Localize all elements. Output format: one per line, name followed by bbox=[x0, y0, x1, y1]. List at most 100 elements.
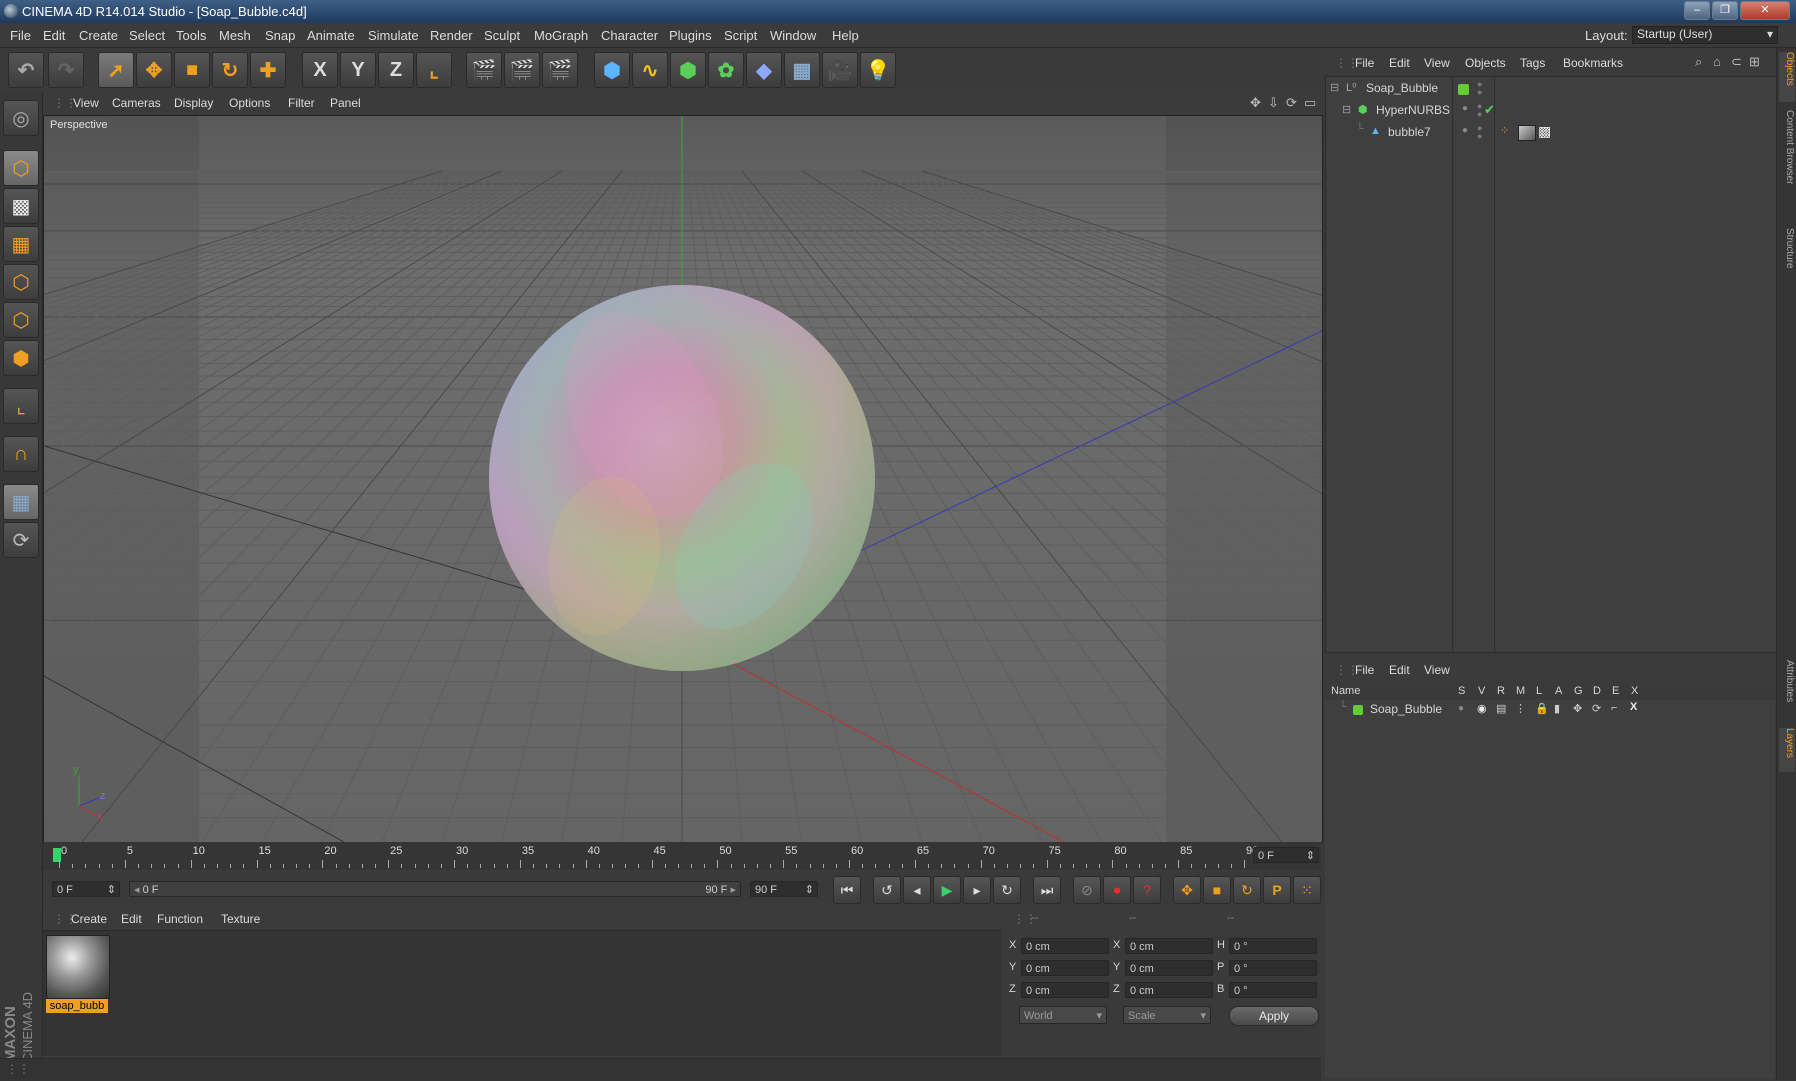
material-tag-icon[interactable] bbox=[1518, 125, 1536, 141]
layer-menu-file[interactable]: File bbox=[1355, 663, 1374, 677]
object-menu-bookmarks[interactable]: Bookmarks bbox=[1563, 56, 1623, 70]
maximize-button[interactable]: ❐ bbox=[1712, 1, 1738, 20]
expression-icon[interactable]: ⌐ bbox=[1611, 702, 1617, 714]
drag-handle-icon[interactable]: ⋮⋮ bbox=[6, 1062, 30, 1076]
menu-render[interactable]: Render bbox=[430, 28, 473, 43]
object-row-hypernurbs[interactable]: ⊟ ⬢ HyperNURBS ● ● ● ✔ bbox=[1326, 101, 1776, 121]
collapse-icon[interactable]: ⊟ bbox=[1330, 81, 1339, 94]
material-menu-create[interactable]: Create bbox=[71, 912, 107, 926]
search-icon[interactable]: ⌕ bbox=[1695, 54, 1702, 70]
column-manager[interactable]: M bbox=[1516, 685, 1525, 697]
texture-mode-button[interactable]: ▩ bbox=[3, 188, 39, 224]
redo-button[interactable]: ↷ bbox=[48, 52, 84, 88]
layer-name[interactable]: Soap_Bubble bbox=[1370, 702, 1442, 716]
render-settings-button[interactable]: 🎬 bbox=[542, 52, 578, 88]
visibility-dots[interactable]: ● ● bbox=[1477, 80, 1482, 97]
go-to-start-button[interactable]: ⏮ bbox=[833, 876, 861, 904]
menu-window[interactable]: Window bbox=[770, 28, 816, 43]
previous-frame-button[interactable]: ◂ bbox=[903, 876, 931, 904]
add-tool-button[interactable]: ✚ bbox=[250, 52, 286, 88]
minimize-button[interactable]: – bbox=[1684, 1, 1710, 20]
position-key-button[interactable]: ✥ bbox=[1173, 876, 1201, 904]
new-window-icon[interactable]: ⊞ bbox=[1749, 54, 1760, 70]
viewport-menu-filter[interactable]: Filter bbox=[288, 96, 315, 110]
start-frame-field[interactable]: 0 F ⇕ bbox=[52, 881, 120, 897]
menu-tools[interactable]: Tools bbox=[176, 28, 206, 43]
scale-button[interactable]: ■ bbox=[174, 52, 210, 88]
layer-dot[interactable]: ● bbox=[1462, 103, 1468, 114]
phong-tag-icon[interactable]: ⁘ bbox=[1500, 124, 1509, 137]
go-to-end-button[interactable]: ⏭ bbox=[1033, 876, 1061, 904]
visibility-dots[interactable]: ● ● bbox=[1477, 124, 1482, 141]
object-menu-view[interactable]: View bbox=[1424, 56, 1450, 70]
size-x-field[interactable]: 0 cm bbox=[1125, 938, 1213, 954]
menu-select[interactable]: Select bbox=[129, 28, 165, 43]
rotation-h-field[interactable]: 0 ° bbox=[1229, 938, 1317, 954]
next-key-button[interactable]: ↻ bbox=[993, 876, 1021, 904]
autokey-button[interactable]: ⏺ bbox=[1103, 876, 1131, 904]
menu-sculpt[interactable]: Sculpt bbox=[484, 28, 520, 43]
material-manager-area[interactable]: soap_bubb bbox=[43, 930, 1001, 1056]
workplane-lock-button[interactable]: ▦ bbox=[3, 484, 39, 520]
object-menu-edit[interactable]: Edit bbox=[1389, 56, 1410, 70]
floor-button[interactable]: ▦ bbox=[784, 52, 820, 88]
column-solo[interactable]: S bbox=[1458, 685, 1465, 697]
xref-icon[interactable]: X bbox=[1630, 701, 1637, 713]
tab-content-browser[interactable]: Content Browser bbox=[1779, 110, 1795, 220]
object-menu-objects[interactable]: Objects bbox=[1465, 56, 1506, 70]
deformer-button[interactable]: ◆ bbox=[746, 52, 782, 88]
filter-icon[interactable]: ⊂ bbox=[1731, 54, 1742, 70]
material-menu-texture[interactable]: Texture bbox=[221, 912, 260, 926]
frame-range-slider[interactable]: ◂ 0 F 90 F ▸ bbox=[129, 881, 741, 897]
record-keys-button[interactable]: ⊘ bbox=[1073, 876, 1101, 904]
render-clapper-icon[interactable]: ▤ bbox=[1496, 702, 1506, 715]
collapse-icon[interactable]: ⊟ bbox=[1342, 103, 1351, 116]
menu-plugins[interactable]: Plugins bbox=[669, 28, 712, 43]
column-name[interactable]: Name bbox=[1331, 685, 1360, 697]
light-button[interactable]: 💡 bbox=[860, 52, 896, 88]
layer-menu-view[interactable]: View bbox=[1424, 663, 1450, 677]
render-view-button[interactable]: 🎬 bbox=[466, 52, 502, 88]
viewport-maximize-icon[interactable]: ▭ bbox=[1304, 95, 1316, 111]
next-frame-button[interactable]: ▸ bbox=[963, 876, 991, 904]
model-mode-button[interactable]: ⬡ bbox=[3, 150, 39, 186]
point-level-key-button[interactable]: ⁙ bbox=[1293, 876, 1321, 904]
material-menu-function[interactable]: Function bbox=[157, 912, 203, 926]
menu-simulate[interactable]: Simulate bbox=[368, 28, 419, 43]
object-menu-file[interactable]: File bbox=[1355, 56, 1374, 70]
apply-button[interactable]: Apply bbox=[1229, 1006, 1319, 1026]
tab-layers[interactable]: Layers bbox=[1779, 728, 1795, 772]
undo-button[interactable]: ↶ bbox=[8, 52, 44, 88]
menu-edit[interactable]: Edit bbox=[43, 28, 65, 43]
rotate-button[interactable]: ↻ bbox=[212, 52, 248, 88]
rotation-b-field[interactable]: 0 ° bbox=[1229, 982, 1317, 998]
cube-button[interactable]: ⬢ bbox=[594, 52, 630, 88]
menu-mesh[interactable]: Mesh bbox=[219, 28, 251, 43]
timeline-ruler[interactable]: 051015202530354045505560657075808590 0 F… bbox=[43, 842, 1321, 870]
coordinate-mode-select[interactable]: World ▾ bbox=[1019, 1006, 1107, 1024]
layer-list[interactable]: └ Soap_Bubble ● ◉ ▤ ⋮ 🔒 ▮ ✥ ⟳ ⌐ X bbox=[1325, 700, 1775, 1078]
viewport-zoom-icon[interactable]: ⇩ bbox=[1268, 95, 1279, 111]
enabled-check-icon[interactable]: ✔ bbox=[1484, 102, 1495, 118]
points-mode-button[interactable]: ⬡ bbox=[3, 264, 39, 300]
coordinate-system-button[interactable]: ⌞ bbox=[416, 52, 452, 88]
parameter-key-button[interactable]: P bbox=[1263, 876, 1291, 904]
viewport-menu-panel[interactable]: Panel bbox=[330, 96, 361, 110]
layout-select[interactable]: Startup (User) ▾ bbox=[1632, 26, 1778, 44]
snap-button[interactable]: ∩ bbox=[3, 436, 39, 472]
object-row-soap-bubble[interactable]: ⊟ L⁰ Soap_Bubble ● ● bbox=[1326, 79, 1776, 99]
camera-button[interactable]: 🎥 bbox=[822, 52, 858, 88]
close-button[interactable]: ✕ bbox=[1740, 1, 1790, 20]
viewport-rotate-icon[interactable]: ⟳ bbox=[1286, 95, 1297, 111]
array-button[interactable]: ✿ bbox=[708, 52, 744, 88]
rotation-key-button[interactable]: ↻ bbox=[1233, 876, 1261, 904]
tab-structure[interactable]: Structure bbox=[1779, 228, 1795, 288]
size-y-field[interactable]: 0 cm bbox=[1125, 960, 1213, 976]
animation-film-icon[interactable]: ▮ bbox=[1554, 702, 1560, 715]
layer-color-indicator[interactable] bbox=[1458, 84, 1469, 95]
nurbs-button[interactable]: ⬢ bbox=[670, 52, 706, 88]
end-frame-field[interactable]: 90 F ⇕ bbox=[750, 881, 818, 897]
menu-animate[interactable]: Animate bbox=[307, 28, 355, 43]
position-y-field[interactable]: 0 cm bbox=[1021, 960, 1109, 976]
render-picture-viewer-button[interactable]: 🎬 bbox=[504, 52, 540, 88]
